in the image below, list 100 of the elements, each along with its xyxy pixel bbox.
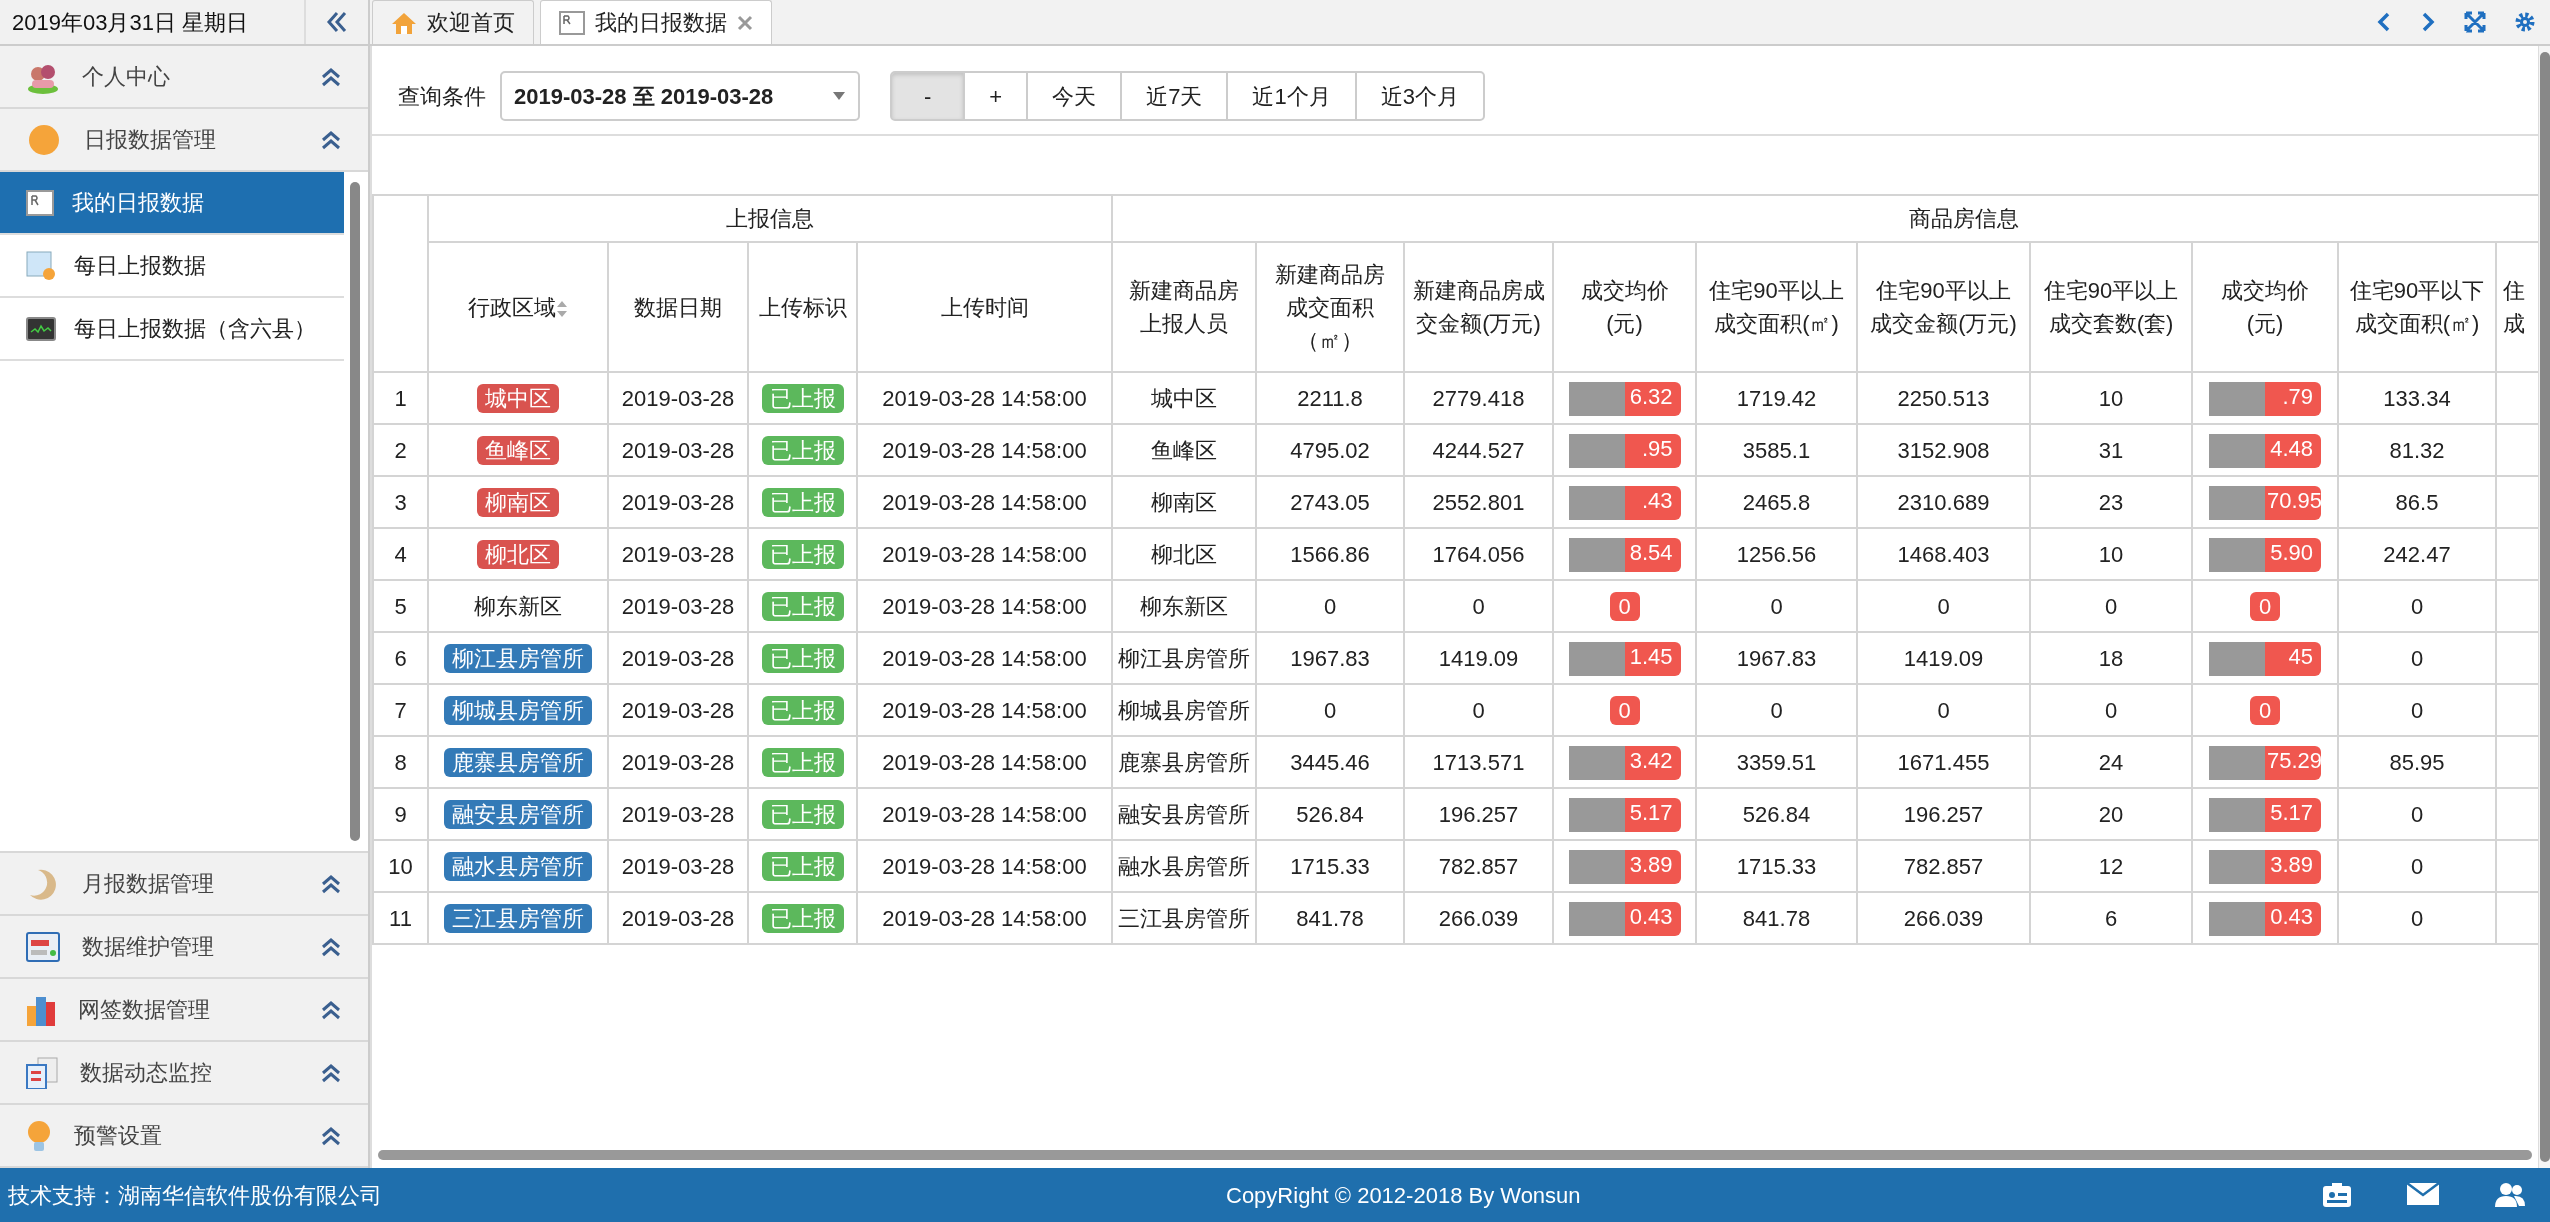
column-header: 上传标识 <box>758 293 847 322</box>
table-cell: 1713.571 <box>1432 749 1525 775</box>
copyright-text: CopyRight © 2012-2018 By Wonsun <box>1225 1181 1582 1210</box>
id-card-icon[interactable] <box>2322 1182 2352 1208</box>
redaction-block <box>2209 538 2265 572</box>
column-header: 上传时间 <box>940 293 1029 322</box>
column-header: 新建商品房成 交金额(万元) <box>1412 277 1545 338</box>
table-cell: 3585.1 <box>1742 437 1811 463</box>
table-cell: 2019-03-28 <box>621 645 735 671</box>
sidebar-item[interactable]: 每日上报数据（含六县） <box>0 298 344 361</box>
redaction-block <box>1568 642 1625 676</box>
chevron-left-icon[interactable] <box>2376 11 2392 33</box>
table-cell: 2019-03-28 <box>621 697 735 723</box>
price-tag: 0.43 <box>1568 902 1681 936</box>
scrollbar-thumb[interactable] <box>350 182 360 841</box>
table-cell: 10 <box>388 853 413 879</box>
tab[interactable]: 欢迎首页 <box>372 0 534 44</box>
mail-icon[interactable] <box>2406 1182 2440 1206</box>
double-chevron-up-icon[interactable] <box>320 998 342 1021</box>
table-cell: 0 <box>2104 697 2118 723</box>
column-header: 新建商品房 成交面积 （㎡） <box>1275 260 1385 355</box>
report-icon <box>559 10 585 35</box>
support-text: 技术支持：湖南华信软件股份有限公司 <box>8 1181 383 1210</box>
column-header: 成交均价 (元) <box>2221 277 2309 338</box>
chevron-right-icon[interactable] <box>2420 11 2436 33</box>
tab[interactable]: 我的日报数据 <box>540 0 772 44</box>
table-cell: 85.95 <box>2389 749 2445 775</box>
table-cell: 0 <box>2410 905 2424 931</box>
users-icon[interactable] <box>2494 1182 2526 1208</box>
range-button[interactable]: 近1个月 <box>1226 71 1357 121</box>
table-cell: 3152.908 <box>1897 437 1990 463</box>
status-tag: 已上报 <box>761 487 844 518</box>
table-cell: 2211.8 <box>1297 385 1363 411</box>
table-cell: 0 <box>1323 593 1337 619</box>
scrollbar-thumb[interactable] <box>2540 52 2550 1162</box>
table-cell: 1566.86 <box>1290 541 1370 567</box>
fullscreen-icon[interactable] <box>2464 11 2486 33</box>
table-cell: 24 <box>2098 749 2124 775</box>
sidebar-item[interactable]: 我的日报数据 <box>0 172 344 235</box>
table-cell: 6 <box>2104 905 2118 931</box>
close-icon[interactable] <box>737 14 753 31</box>
table-cell: 196.257 <box>1903 801 1984 827</box>
range-button[interactable]: 今天 <box>1026 71 1123 121</box>
table-cell: 782.857 <box>1438 853 1519 879</box>
table-cell: 2019-03-28 <box>621 905 735 931</box>
table-cell: 3445.46 <box>1290 749 1370 775</box>
double-chevron-up-icon[interactable] <box>320 872 342 895</box>
table-cell: 23 <box>2098 489 2124 515</box>
column-header[interactable]: 行政区域 <box>468 290 556 324</box>
table-cell: 0 <box>2410 801 2424 827</box>
table-cell: 2465.8 <box>1742 489 1811 515</box>
range-button[interactable]: 近3个月 <box>1354 71 1485 121</box>
redaction-block <box>1568 850 1625 884</box>
table-cell: 5 <box>394 593 407 619</box>
range-button[interactable]: 近7天 <box>1120 71 1229 121</box>
column-header: 住宅90平以上 成交套数(套) <box>2043 277 2179 338</box>
column-header: 成交均价 (元) <box>1580 277 1669 338</box>
status-tag: 已上报 <box>761 591 844 622</box>
range-button[interactable]: + <box>963 71 1029 121</box>
price-tag: 0 <box>1609 591 1640 622</box>
table-cell: 1256.56 <box>1736 541 1817 567</box>
table-cell: 鹿寨县房管所 <box>1118 749 1250 775</box>
table-cell: 6 <box>394 645 407 671</box>
table-cell: 0 <box>2410 853 2424 879</box>
price-tag: 75.29 <box>2209 746 2321 780</box>
table-cell: 柳北区 <box>1151 541 1217 567</box>
table-cell: 2310.689 <box>1897 489 1990 515</box>
column-header: 数据日期 <box>634 293 722 322</box>
table-cell: 0 <box>1323 697 1337 723</box>
price-tag: 1.45 <box>1568 642 1681 676</box>
table-cell: 2019-03-28 <box>621 489 735 515</box>
price-tag: .43 <box>1568 486 1681 520</box>
date-range-dropdown[interactable]: 2019-03-28 至 2019-03-28 <box>500 71 860 121</box>
price-tag: 5.17 <box>2209 798 2321 832</box>
double-chevron-up-icon[interactable] <box>320 1061 342 1084</box>
column-group-header: 上报信息 <box>726 206 814 231</box>
table-cell: 0 <box>2410 697 2424 723</box>
table-cell: 0 <box>1472 697 1485 723</box>
double-chevron-up-icon[interactable] <box>320 935 342 958</box>
table-cell: 782.857 <box>1903 853 1984 879</box>
table-cell: 4244.527 <box>1432 437 1525 463</box>
table-cell: 柳江县房管所 <box>1118 645 1250 671</box>
region-tag: 融水县房管所 <box>444 851 592 882</box>
double-chevron-up-icon[interactable] <box>320 65 342 88</box>
redaction-block <box>2209 850 2265 884</box>
double-chevron-up-icon[interactable] <box>320 1124 342 1147</box>
grid-sheet-icon <box>26 250 56 281</box>
price-tag: 45 <box>2209 642 2321 676</box>
status-tag: 已上报 <box>761 695 844 726</box>
scrollbar-thumb[interactable] <box>378 1150 2532 1160</box>
range-button[interactable]: - <box>890 71 966 121</box>
column-header: 住宅90平以上 成交面积(㎡) <box>1709 277 1844 338</box>
column-header: 住宅90平以下 成交面积(㎡) <box>2349 277 2485 338</box>
table-cell: 0 <box>1770 697 1783 723</box>
settings-icon[interactable] <box>2514 11 2536 33</box>
region-tag: 柳江县房管所 <box>444 643 592 674</box>
column-header: 住 成 <box>2503 277 2525 338</box>
price-tag: .95 <box>1568 434 1681 468</box>
double-chevron-up-icon[interactable] <box>320 128 342 151</box>
sidebar-item[interactable]: 每日上报数据 <box>0 235 344 298</box>
